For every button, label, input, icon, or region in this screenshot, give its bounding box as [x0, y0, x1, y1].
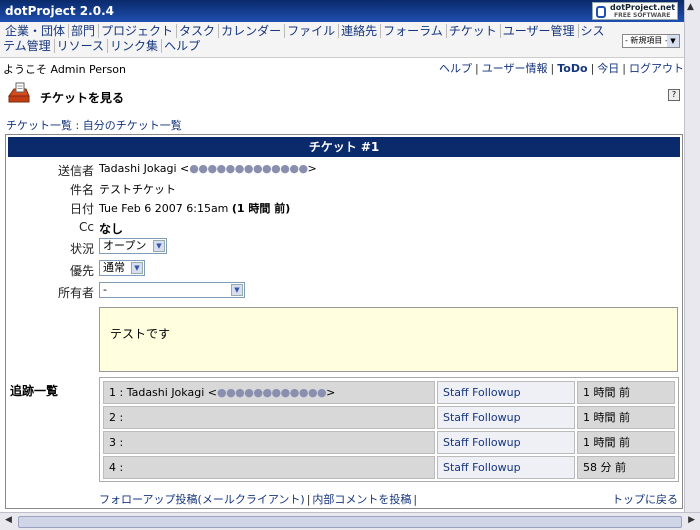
chevron-down-icon[interactable]: ▼	[131, 262, 143, 274]
link-user-info[interactable]: ユーザー情報	[482, 62, 548, 75]
followup-sender: 3 :	[103, 431, 435, 454]
ticket-body: テストです	[99, 307, 678, 372]
new-item-select-value: - 新規項目 -	[625, 36, 668, 45]
ticket-heading: チケット #1	[8, 137, 680, 157]
back-to-top-link[interactable]: トップに戻る	[612, 491, 678, 507]
row-date: 日付 Tue Feb 6 2007 6:15am (1 時間 前)	[6, 197, 682, 217]
row-cc: Cc なし	[6, 217, 682, 237]
scrollbar-thumb[interactable]	[18, 516, 682, 528]
followup-sender: 1 : Tadashi Jokagi <●●●●●●●●●●●●>	[103, 381, 435, 404]
vertical-scrollbar[interactable]: ▲	[684, 0, 700, 512]
followups-label: 追跡一覧	[10, 384, 59, 398]
link-logout[interactable]: ログアウト	[629, 62, 684, 75]
followup-actions: フォローアップ投稿(メールクライアント) | 内部コメントを投稿 |	[99, 493, 418, 506]
new-item-select[interactable]: - 新規項目 - ▼	[622, 34, 680, 48]
menu-item-forums[interactable]: フォーラム	[381, 24, 447, 38]
top-links: ヘルプ | ユーザー情報 | ToDo | 今日 | ログアウト	[439, 62, 684, 75]
ticket-icon	[8, 82, 30, 103]
label-status: 状況	[69, 242, 94, 256]
table-row[interactable]: 3 : Staff Followup 1 時間 前	[103, 431, 675, 454]
ticket-panel: チケット #1 送信者 Tadashi Jokagi <●●●●●●●●●●●●…	[5, 134, 683, 509]
menu-item-contacts[interactable]: 連絡先	[339, 24, 382, 38]
followup-age: 1 時間 前	[577, 431, 675, 454]
main-menu: 企業・団体 部門 プロジェクト タスク カレンダー ファイル 連絡先 フォーラム チケット ユーザ…	[0, 22, 684, 58]
brand-name: dotProject.net	[610, 3, 676, 12]
followups-table: 1 : Tadashi Jokagi <●●●●●●●●●●●●> Staff …	[99, 377, 679, 482]
app-title: dotProject 2.0.4	[5, 4, 114, 18]
horizontal-scrollbar[interactable]: ◀ ▶	[0, 512, 700, 530]
followup-type[interactable]: Staff Followup	[437, 456, 575, 479]
title-bar: dotProject 2.0.4 dotProject.net FREE SOF…	[0, 0, 684, 22]
label-owner: 所有者	[57, 286, 94, 300]
scroll-up-icon[interactable]: ▲	[687, 2, 694, 12]
link-todo[interactable]: ToDo	[557, 62, 587, 75]
label-priority: 優先	[69, 264, 94, 278]
menu-items: 企業・団体 部門 プロジェクト タスク カレンダー ファイル 連絡先 フォーラム チケット ユーザ…	[3, 24, 615, 54]
menu-item-help[interactable]: ヘルプ	[162, 39, 203, 53]
row-from: 送信者 Tadashi Jokagi <●●●●●●●●●●●●●>	[6, 159, 682, 179]
row-subject: 件名 テストチケット	[6, 178, 682, 198]
followup-type[interactable]: Staff Followup	[437, 381, 575, 404]
menu-item-tasks[interactable]: タスク	[177, 24, 220, 38]
chevron-down-icon[interactable]: ▼	[231, 284, 243, 296]
menu-item-files[interactable]: ファイル	[285, 24, 340, 38]
brand-tagline: FREE SOFTWARE	[614, 12, 671, 19]
followup-type[interactable]: Staff Followup	[437, 406, 575, 429]
link-help[interactable]: ヘルプ	[439, 62, 472, 75]
post-comment-link[interactable]: 内部コメントを投稿	[312, 493, 411, 506]
post-followup-link[interactable]: フォローアップ投稿(メールクライアント)	[99, 493, 305, 506]
chevron-down-icon[interactable]: ▼	[153, 240, 165, 252]
followup-type[interactable]: Staff Followup	[437, 431, 575, 454]
label-from: 送信者	[57, 164, 94, 178]
priority-select[interactable]: 通常 ▼	[99, 260, 145, 276]
value-subject: テストチケット	[99, 183, 176, 196]
menu-item-links[interactable]: リンク集	[108, 39, 163, 53]
menu-item-tickets[interactable]: チケット	[446, 24, 501, 38]
table-row[interactable]: 4 : Staff Followup 58 分 前	[103, 456, 675, 479]
menu-item-user-admin[interactable]: ユーザー管理	[500, 24, 579, 38]
menu-item-projects[interactable]: プロジェクト	[99, 24, 178, 38]
scroll-left-icon[interactable]: ◀	[5, 515, 12, 525]
followup-age: 1 時間 前	[577, 406, 675, 429]
table-row[interactable]: 2 : Staff Followup 1 時間 前	[103, 406, 675, 429]
welcome-text: ようこそ Admin Person	[3, 63, 127, 76]
label-subject: 件名	[69, 183, 94, 197]
label-cc: Cc	[79, 220, 94, 234]
row-status: 状況 オープン ▼	[6, 237, 682, 257]
label-date: 日付	[69, 202, 94, 216]
value-cc: なし	[99, 222, 124, 236]
followup-sender: 4 :	[103, 456, 435, 479]
status-select[interactable]: オープン ▼	[99, 238, 167, 254]
menu-item-calendar[interactable]: カレンダー	[219, 24, 286, 38]
menu-item-departments[interactable]: 部門	[69, 24, 100, 38]
menu-item-companies[interactable]: 企業・団体	[3, 24, 70, 38]
value-from: Tadashi Jokagi <●●●●●●●●●●●●●>	[99, 162, 317, 175]
chevron-down-icon[interactable]: ▼	[667, 35, 679, 47]
value-date: Tue Feb 6 2007 6:15am (1 時間 前)	[99, 202, 291, 215]
breadcrumb[interactable]: チケット一覧 : 自分のチケット一覧	[6, 117, 182, 133]
ticket-body-text: テストです	[110, 327, 171, 341]
page-title: チケットを見る	[40, 91, 125, 105]
from-email: ●●●●●●●●●●●●●	[189, 162, 308, 175]
priority-select-value: 通常	[103, 261, 125, 274]
brand-logo[interactable]: dotProject.net FREE SOFTWARE	[592, 2, 678, 20]
owner-select-value: -	[103, 283, 107, 296]
followup-age: 58 分 前	[577, 456, 675, 479]
status-select-value: オープン	[103, 239, 147, 252]
owner-select[interactable]: - ▼	[99, 282, 245, 298]
followup-age: 1 時間 前	[577, 381, 675, 404]
help-icon[interactable]: ?	[668, 89, 680, 101]
row-priority: 優先 通常 ▼	[6, 259, 682, 279]
followup-sender: 2 :	[103, 406, 435, 429]
dotproject-logo-icon	[596, 6, 606, 18]
table-row[interactable]: 1 : Tadashi Jokagi <●●●●●●●●●●●●> Staff …	[103, 381, 675, 404]
row-owner: 所有者 - ▼	[6, 281, 682, 301]
menu-item-resources[interactable]: リソース	[54, 39, 109, 53]
link-today[interactable]: 今日	[597, 62, 619, 75]
scroll-right-icon[interactable]: ▶	[688, 515, 695, 525]
